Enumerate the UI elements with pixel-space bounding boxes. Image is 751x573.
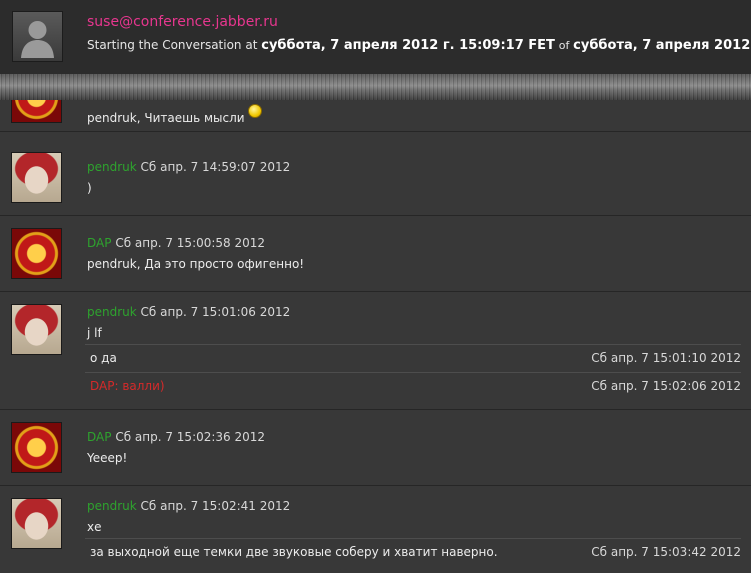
message: pendruk Сб апр. 7 15:02:41 2012 хе за вы… bbox=[0, 486, 751, 573]
nickname[interactable]: pendruk bbox=[87, 305, 137, 319]
of-word: of bbox=[558, 39, 570, 52]
started-at: суббота, 7 апреля 2012 г. 15:09:17 FET bbox=[261, 38, 555, 53]
message: pendruk, Читаешь мысли bbox=[0, 100, 751, 132]
nickname[interactable]: DAP bbox=[87, 430, 111, 444]
message: DAP Сб апр. 7 15:02:36 2012 Yeeep! bbox=[0, 410, 751, 486]
followup-text: за выходной еще темки две звуковые собер… bbox=[90, 545, 498, 559]
of-date: суббота, 7 апреля 2012 г. bbox=[573, 38, 751, 53]
message-meta: pendruk Сб апр. 7 15:01:06 2012 bbox=[87, 305, 290, 319]
followup-text-highlighted: DAP: валли) bbox=[90, 379, 165, 393]
message-body: j lf bbox=[87, 326, 102, 340]
followup-text: о да bbox=[90, 351, 117, 365]
nickname[interactable]: pendruk bbox=[87, 160, 137, 174]
message: DAP Сб апр. 7 15:00:58 2012 pendruk, Да … bbox=[0, 216, 751, 292]
nickname[interactable]: pendruk bbox=[87, 499, 137, 513]
followup-message: за выходной еще темки две звуковые собер… bbox=[85, 538, 741, 564]
message-body: Yeeep! bbox=[87, 451, 128, 465]
followup-timestamp: Сб апр. 7 15:03:42 2012 bbox=[591, 545, 741, 559]
message-body: хе bbox=[87, 520, 102, 534]
started-prefix: Starting the Conversation at bbox=[87, 38, 258, 52]
dap-dragon-avatar bbox=[11, 422, 62, 473]
room-avatar bbox=[12, 11, 63, 62]
dap-dragon-avatar bbox=[11, 228, 62, 279]
timestamp: Сб апр. 7 15:00:58 2012 bbox=[115, 236, 266, 250]
message-log[interactable]: pendruk, Читаешь мысли pendruk Сб апр. 7… bbox=[0, 100, 751, 573]
dap-dragon-avatar bbox=[11, 100, 62, 123]
timestamp: Сб апр. 7 15:02:41 2012 bbox=[140, 499, 291, 513]
message-meta: DAP Сб апр. 7 15:02:36 2012 bbox=[87, 430, 265, 444]
followup-timestamp: Сб апр. 7 15:02:06 2012 bbox=[591, 379, 741, 393]
user-silhouette-icon bbox=[21, 21, 54, 58]
conversation-header: suse@conference.jabber.ru Starting the C… bbox=[0, 0, 751, 74]
message: pendruk Сб апр. 7 14:59:07 2012 ) bbox=[0, 140, 751, 216]
message-text: pendruk, Читаешь мысли bbox=[87, 111, 245, 125]
timestamp: Сб апр. 7 14:59:07 2012 bbox=[140, 160, 291, 174]
conversation-start-line: Starting the Conversation at суббота, 7 … bbox=[87, 38, 751, 53]
message-meta: pendruk Сб апр. 7 15:02:41 2012 bbox=[87, 499, 290, 513]
timestamp: Сб апр. 7 15:01:06 2012 bbox=[140, 305, 291, 319]
header-divider bbox=[0, 74, 751, 100]
pendruk-avatar bbox=[11, 152, 62, 203]
room-address: suse@conference.jabber.ru bbox=[87, 14, 278, 30]
timestamp: Сб апр. 7 15:02:36 2012 bbox=[115, 430, 266, 444]
message-meta: pendruk Сб апр. 7 14:59:07 2012 bbox=[87, 160, 290, 174]
followup-message: о да Сб апр. 7 15:01:10 2012 bbox=[85, 344, 741, 370]
followup-message: DAP: валли) Сб апр. 7 15:02:06 2012 bbox=[85, 372, 741, 398]
smiley-icon bbox=[247, 104, 262, 118]
message-body: ) bbox=[87, 181, 92, 195]
message: pendruk Сб апр. 7 15:01:06 2012 j lf о д… bbox=[0, 292, 751, 410]
message-meta: DAP Сб апр. 7 15:00:58 2012 bbox=[87, 236, 265, 250]
pendruk-avatar bbox=[11, 304, 62, 355]
message-body: pendruk, Да это просто офигенно! bbox=[87, 257, 305, 271]
message-body: pendruk, Читаешь мысли bbox=[87, 104, 262, 125]
followup-timestamp: Сб апр. 7 15:01:10 2012 bbox=[591, 351, 741, 365]
pendruk-avatar bbox=[11, 498, 62, 549]
nickname[interactable]: DAP bbox=[87, 236, 111, 250]
